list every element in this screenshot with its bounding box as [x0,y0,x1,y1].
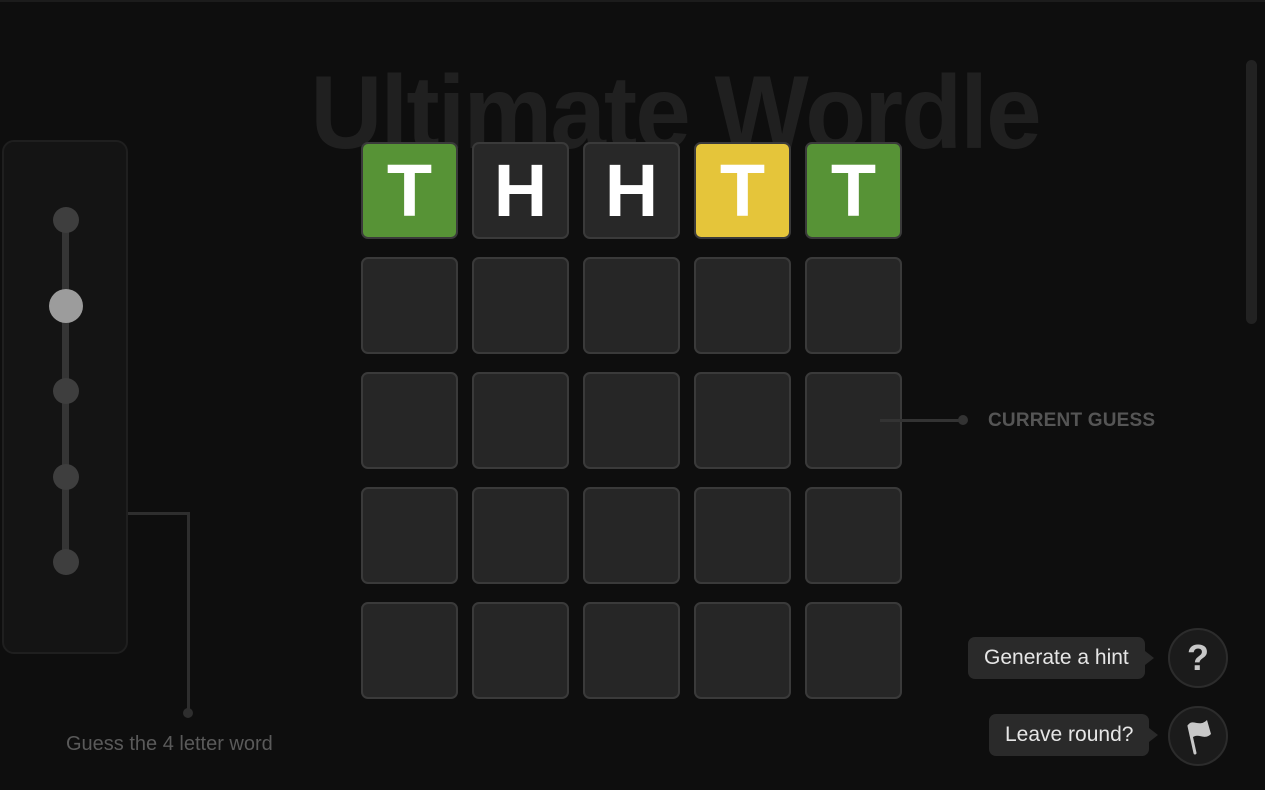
empty-tile [472,602,569,699]
empty-tile [694,602,791,699]
leave-round-button[interactable] [1168,706,1228,766]
letter-tile-correct: T [805,142,902,239]
slider-stop[interactable] [53,378,79,404]
empty-tile [805,487,902,584]
question-mark-icon: ? [1187,637,1209,678]
empty-tile [805,602,902,699]
empty-tile [694,487,791,584]
game-board: THHTT [361,142,902,699]
current-guess-pointer-line [880,419,962,422]
hint-tooltip: Generate a hint [968,637,1154,679]
flag-icon [1187,720,1211,755]
empty-tile [805,257,902,354]
letter-tile-correct: T [361,142,458,239]
empty-tile [694,257,791,354]
empty-tile [472,257,569,354]
connector-line [187,512,190,714]
slider-thumb[interactable] [49,288,83,323]
empty-tile [694,372,791,469]
empty-tile [583,602,680,699]
empty-tile [583,487,680,584]
letter-tile-absent: H [472,142,569,239]
hint-tooltip-label: Generate a hint [984,646,1129,669]
leave-tooltip: Leave round? [989,714,1159,756]
empty-tile [583,257,680,354]
letter-tile-present: T [694,142,791,239]
connector-dot [183,708,193,718]
empty-tile [472,372,569,469]
empty-tile [361,602,458,699]
leave-tooltip-label: Leave round? [1005,723,1134,746]
empty-tile [361,487,458,584]
slider-stop[interactable] [53,549,79,575]
empty-tile [361,372,458,469]
game-screen: Ultimate Wordle Guess the 4 letter word … [0,0,1265,790]
scrollbar[interactable] [1246,60,1257,324]
current-guess-pointer-dot [958,415,968,425]
slider-stop[interactable] [53,207,79,233]
word-length-slider-panel [2,140,128,654]
empty-tile [472,487,569,584]
empty-tile [361,257,458,354]
connector-line [128,512,190,515]
instruction-text: Guess the 4 letter word [66,733,273,755]
empty-tile [583,372,680,469]
hint-button[interactable]: ? [1168,628,1228,688]
slider-stop[interactable] [53,463,79,490]
letter-tile-absent: H [583,142,680,239]
current-guess-label: CURRENT GUESS [988,410,1156,431]
